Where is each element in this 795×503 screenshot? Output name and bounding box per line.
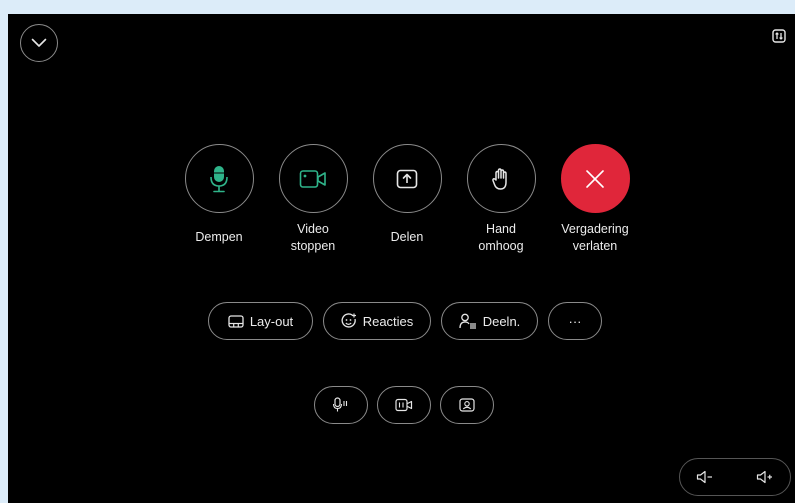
main-controls: Dempen Video stoppen Delen Hand omhoog V… [184,144,630,255]
leave-meeting-label: Vergadering verlaten [561,222,629,253]
self-view-button[interactable] [440,386,494,424]
reactions-button[interactable]: Reacties [323,302,431,340]
video-control: Video stoppen [278,144,348,255]
volume-control [679,458,791,496]
mute-label: Dempen [195,230,243,244]
meeting-screen: Dempen Video stoppen Delen Hand omhoog V… [8,14,795,503]
reactions-icon [341,313,357,329]
swap-icon [772,29,786,43]
share-screen-icon [396,169,418,188]
participants-icon [459,313,477,329]
share-button[interactable] [372,144,442,213]
leave-control: Vergadering verlaten [560,144,630,255]
chevron-down-icon [31,38,47,47]
leave-meeting-button[interactable] [560,144,630,213]
camera-settings-button[interactable] [377,386,431,424]
close-icon [586,169,604,188]
collapse-button[interactable] [20,24,58,62]
video-camera-icon [299,169,326,188]
volume-up-icon [756,470,772,484]
microphone-settings-button[interactable] [314,386,368,424]
raise-hand-icon [492,167,507,190]
volume-up-button[interactable] [756,470,774,484]
raise-hand-label: Hand omhoog [478,222,524,253]
stop-video-label: Video stoppen [290,222,336,253]
more-icon: ··· [568,313,582,329]
secondary-controls: Lay-out Reacties Deeln. ··· [208,302,602,340]
mute-control: Dempen [184,144,254,255]
swap-button[interactable] [771,28,787,44]
hand-control: Hand omhoog [466,144,536,255]
layout-label: Lay-out [249,313,294,329]
mute-button[interactable] [184,144,254,213]
participants-button[interactable]: Deeln. [441,302,538,340]
device-controls [314,386,494,424]
volume-down-button[interactable] [696,470,714,484]
share-control: Delen [372,144,442,255]
layout-icon [228,314,244,328]
self-view-icon [459,398,475,412]
microphone-icon [210,165,228,192]
stop-video-button[interactable] [278,144,348,213]
more-button[interactable]: ··· [548,302,602,340]
raise-hand-button[interactable] [466,144,536,213]
camera-settings-icon [395,398,413,412]
share-label: Delen [390,230,424,244]
volume-down-icon [696,470,712,484]
participants-label: Deeln. [482,313,521,329]
reactions-label: Reacties [362,313,414,329]
layout-button[interactable]: Lay-out [208,302,313,340]
microphone-settings-icon [332,397,348,412]
